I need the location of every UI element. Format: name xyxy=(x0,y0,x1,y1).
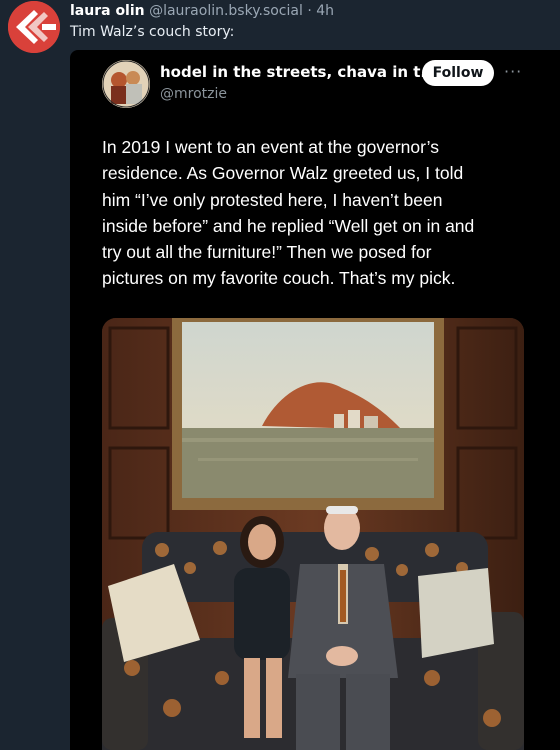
tweet-line: pictures on my favorite couch. That’s my… xyxy=(102,268,456,289)
author-avatar[interactable] xyxy=(8,1,60,53)
couch-photo xyxy=(102,318,524,750)
profile-photo-icon xyxy=(102,60,150,108)
author-handle[interactable]: @lauraolin.bsky.social xyxy=(149,3,303,19)
follow-button: Follow xyxy=(422,60,494,86)
photo-illustration xyxy=(102,318,524,750)
tweet-line: In 2019 I went to an event at the govern… xyxy=(102,137,439,157)
tweet-line: inside before” and he replied “Well get … xyxy=(102,215,475,236)
post-text: Tim Walz’s couch story: xyxy=(70,24,235,40)
more-options-icon: ··· xyxy=(504,62,523,81)
embed-author-name: hodel in the streets, chava in t... xyxy=(160,63,438,81)
post-header: laura olin @lauraolin.bsky.social · 4h xyxy=(70,2,334,20)
tweet-line: try out all the furniture!” Then we pose… xyxy=(102,242,432,263)
embedded-image[interactable]: hodel in the streets, chava in t... @mro… xyxy=(70,50,560,750)
embed-avatar xyxy=(102,60,150,108)
embed-author-handle: @mrotzie xyxy=(160,86,227,102)
embed-tweet-text: In 2019 I went to an event at the govern… xyxy=(102,134,532,292)
author-name[interactable]: laura olin xyxy=(70,3,145,19)
tweet-line: him “I’ve only protested here, I haven’t… xyxy=(102,189,443,210)
post-age[interactable]: 4h xyxy=(316,3,334,19)
tweet-line: residence. As Governor Walz greeted us, … xyxy=(102,163,464,184)
chevron-avatar-icon xyxy=(8,1,60,53)
header-separator: · xyxy=(307,3,312,19)
